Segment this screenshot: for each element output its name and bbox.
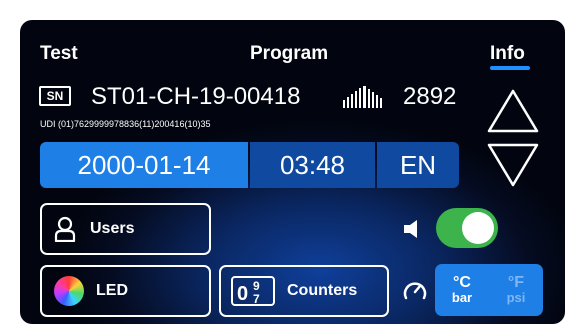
barcode-icon (343, 86, 382, 108)
svg-text:0: 0 (237, 283, 248, 305)
svg-text:9: 9 (253, 279, 260, 293)
unit-imperial-option[interactable]: °F psi (489, 264, 543, 316)
unit-bar-label: bar (451, 290, 473, 305)
unit-selector: °C bar °F psi (435, 264, 543, 316)
counters-label: Counters (287, 282, 358, 299)
counters-button[interactable]: 0 9 7 Counters (219, 265, 389, 317)
counter-digits-icon: 0 9 7 (231, 276, 275, 306)
unit-fahrenheit-label: °F (507, 274, 525, 291)
led-button[interactable]: LED (40, 265, 211, 317)
unit-psi-label: psi (506, 290, 526, 305)
gauge-icon (403, 282, 427, 300)
led-label: LED (96, 282, 128, 299)
serial-number: ST01-CH-19-00418 (91, 83, 301, 110)
unit-metric-option[interactable]: °C bar (435, 264, 489, 316)
user-icon (54, 216, 76, 242)
sound-toggle[interactable] (436, 208, 498, 248)
unit-celsius-label: °C (453, 274, 471, 291)
svg-text:7: 7 (253, 292, 260, 306)
language-field[interactable]: EN (377, 142, 459, 188)
tab-info[interactable]: Info (490, 43, 525, 65)
down-arrow-icon[interactable] (486, 142, 540, 188)
up-arrow-icon[interactable] (486, 88, 540, 134)
time-field[interactable]: 03:48 (250, 142, 375, 188)
tab-program[interactable]: Program (250, 43, 328, 65)
users-label: Users (90, 220, 135, 237)
sn-badge: SN (39, 86, 71, 106)
active-tab-indicator (490, 66, 530, 70)
speaker-icon (404, 220, 417, 238)
cycle-count: 2892 (403, 83, 457, 110)
color-wheel-icon (54, 276, 84, 306)
date-field[interactable]: 2000-01-14 (40, 142, 248, 188)
udi-code: UDI (01)7629999978836(11)200416(10)35 (40, 119, 211, 129)
users-button[interactable]: Users (40, 203, 211, 255)
tab-test[interactable]: Test (40, 43, 78, 65)
